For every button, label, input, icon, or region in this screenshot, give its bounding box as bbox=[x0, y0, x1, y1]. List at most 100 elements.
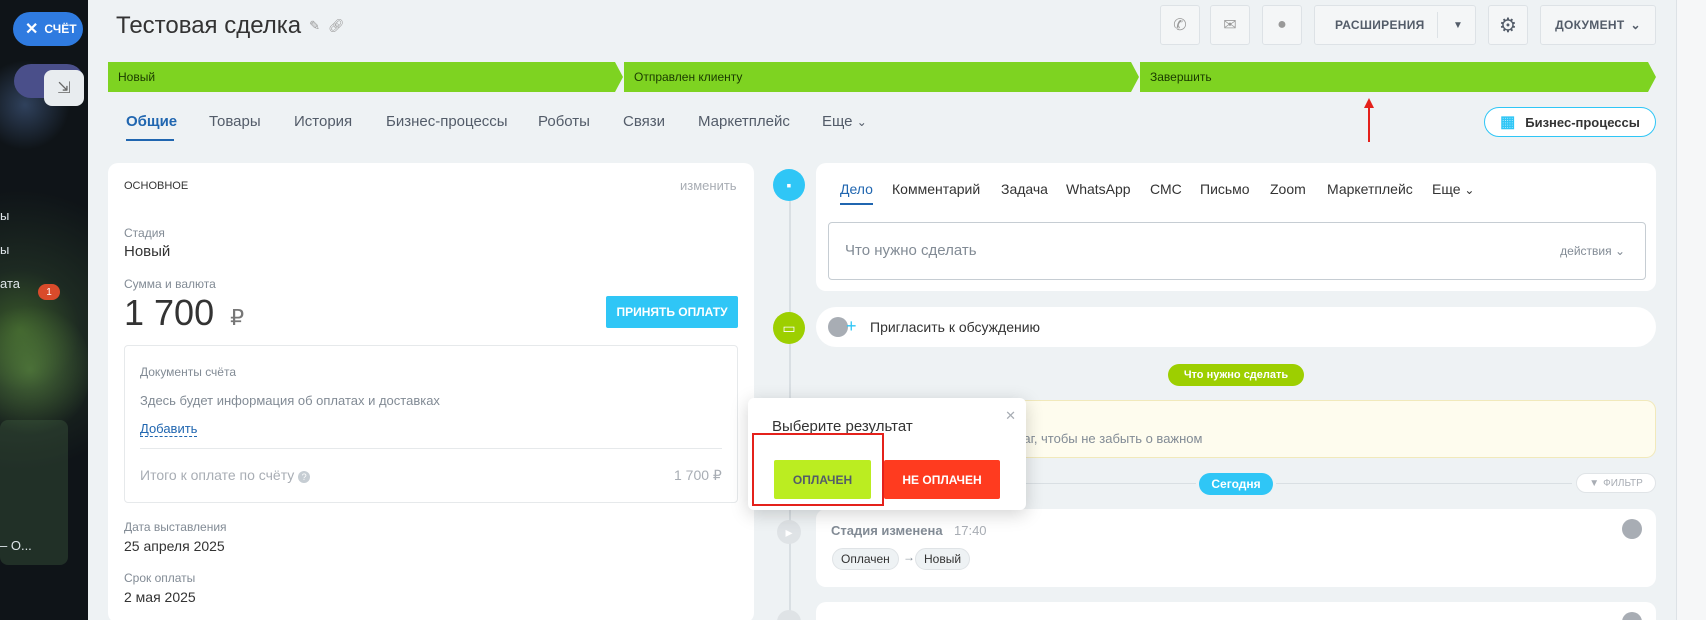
total-value: 1 700 ₽ bbox=[674, 467, 722, 483]
settings-button[interactable]: ⚙ bbox=[1488, 5, 1528, 45]
history-item bbox=[816, 602, 1656, 620]
invite-to-discussion[interactable]: + Пригласить к обсуждению bbox=[816, 307, 1656, 347]
tab-products[interactable]: Товары bbox=[209, 113, 261, 130]
tab-robots[interactable]: Роботы bbox=[538, 113, 590, 130]
close-slider-button[interactable]: ✕ СЧЁТ bbox=[13, 12, 83, 46]
activity-more-label: Еще bbox=[1432, 181, 1461, 197]
section-title: ОСНОВНОЕ bbox=[124, 180, 189, 192]
help-icon[interactable]: ? bbox=[298, 471, 311, 483]
accept-payment-button[interactable]: ПРИНЯТЬ ОПЛАТУ bbox=[606, 296, 738, 328]
chevron-down-icon: ⌄ bbox=[1464, 183, 1475, 197]
filter-button[interactable]: ▼ ФИЛЬТР bbox=[1576, 473, 1656, 493]
total-label-text: Итого к оплате по счёту bbox=[140, 467, 295, 483]
stage-sent[interactable]: Отправлен клиенту bbox=[624, 62, 1139, 92]
tab-links[interactable]: Связи bbox=[623, 113, 665, 130]
plus-icon: + bbox=[846, 316, 857, 336]
actions-dropdown[interactable]: действия ⌄ bbox=[1560, 244, 1625, 258]
tab-underline bbox=[126, 139, 174, 141]
left-counter-badge: 1 bbox=[38, 284, 60, 300]
arrow-right-icon: → bbox=[903, 550, 915, 564]
history-time: 17:40 bbox=[954, 523, 987, 538]
red-arrow-annotation bbox=[1364, 98, 1374, 142]
timeline-icon bbox=[777, 610, 801, 620]
chevron-down-icon: ⌄ bbox=[856, 115, 867, 129]
amount-field-label: Сумма и валюта bbox=[124, 277, 216, 291]
activity-icon: ▪ bbox=[773, 169, 805, 201]
stage-label: Завершить bbox=[1150, 70, 1212, 84]
activity-tab-comment[interactable]: Комментарий bbox=[892, 181, 980, 197]
chevron-down-icon: ⌄ bbox=[1630, 18, 1641, 32]
tab-more[interactable]: Еще ⌄ bbox=[822, 113, 867, 130]
user-avatar-icon[interactable] bbox=[1622, 519, 1642, 539]
today-pill: Сегодня bbox=[1199, 473, 1273, 495]
tab-history[interactable]: История bbox=[294, 113, 352, 130]
actions-label: действия bbox=[1560, 244, 1612, 258]
activity-input[interactable]: Что нужно сделать действия ⌄ bbox=[828, 222, 1646, 280]
chat-button[interactable]: ● bbox=[1262, 5, 1302, 45]
document-label: ДОКУМЕНТ bbox=[1555, 18, 1625, 32]
tab-general[interactable]: Общие bbox=[126, 113, 177, 130]
unpaid-button[interactable]: НЕ ОПЛАЧЕН bbox=[884, 460, 1000, 499]
filter-icon: ▼ bbox=[1589, 477, 1600, 489]
amount-value[interactable]: 1 700 ₽ bbox=[124, 292, 244, 334]
user-avatar-icon[interactable] bbox=[1622, 612, 1642, 620]
pencil-icon[interactable]: ✎ bbox=[309, 18, 320, 34]
currency-symbol: ₽ bbox=[230, 305, 245, 330]
stage-label: Новый bbox=[118, 70, 156, 84]
collapse-icon[interactable]: ⇲ bbox=[44, 70, 84, 106]
stage-new[interactable]: Новый bbox=[108, 62, 623, 92]
call-button[interactable]: ✆ bbox=[1160, 5, 1200, 45]
divider bbox=[140, 448, 722, 449]
left-menu-item[interactable]: ата bbox=[0, 276, 20, 291]
page-title: Тестовая сделка ✎ 🔗︎ bbox=[116, 12, 345, 40]
activity-tab-todo[interactable]: Задача bbox=[1001, 181, 1048, 197]
activity-tab-marketplace[interactable]: Маркетплейс bbox=[1327, 181, 1413, 197]
bp-button-label: Бизнес-процессы bbox=[1525, 114, 1640, 130]
total-label: Итого к оплате по счёту ? bbox=[140, 467, 311, 483]
divider bbox=[1026, 483, 1196, 484]
extensions-button[interactable]: РАСШИРЕНИЯ ▼ bbox=[1314, 5, 1476, 45]
due-date-value[interactable]: 2 мая 2025 bbox=[124, 589, 196, 605]
issue-date-value[interactable]: 25 апреля 2025 bbox=[124, 538, 225, 554]
background-blob bbox=[0, 300, 88, 440]
activity-tab-task[interactable]: Дело bbox=[840, 181, 873, 197]
activity-tab-email[interactable]: Письмо bbox=[1200, 181, 1250, 197]
stage-finish[interactable]: Завершить bbox=[1140, 62, 1656, 92]
activity-tab-zoom[interactable]: Zoom bbox=[1270, 181, 1306, 197]
dropdown-icon[interactable]: ▼ bbox=[1453, 20, 1463, 31]
avatar-icon bbox=[828, 317, 848, 337]
chat-icon: ● bbox=[1277, 16, 1287, 33]
document-button[interactable]: ДОКУМЕНТ ⌄ bbox=[1540, 5, 1656, 45]
invite-label: Пригласить к обсуждению bbox=[870, 319, 1041, 335]
left-menu-item[interactable]: ы bbox=[0, 242, 9, 257]
left-menu-item[interactable]: ы bbox=[0, 208, 9, 223]
mail-icon: ✉ bbox=[1223, 17, 1237, 34]
edit-link[interactable]: изменить bbox=[680, 178, 737, 193]
email-button[interactable]: ✉ bbox=[1210, 5, 1250, 45]
activity-tab-sms[interactable]: СМС bbox=[1150, 181, 1182, 197]
amount-number: 1 700 bbox=[124, 292, 215, 333]
stage-field-value[interactable]: Новый bbox=[124, 243, 170, 260]
close-icon[interactable]: ✕ bbox=[1005, 408, 1016, 424]
tab-business-processes[interactable]: Бизнес-процессы bbox=[386, 113, 508, 130]
filter-label: ФИЛЬТР bbox=[1603, 477, 1643, 489]
activity-tab-whatsapp[interactable]: WhatsApp bbox=[1066, 181, 1131, 197]
tab-marketplace[interactable]: Маркетплейс bbox=[698, 113, 790, 130]
deal-title: Тестовая сделка bbox=[116, 12, 302, 39]
link-icon[interactable]: 🔗︎ bbox=[328, 18, 345, 34]
tab-more-label: Еще bbox=[822, 113, 853, 130]
extensions-label: РАСШИРЕНИЯ bbox=[1335, 18, 1425, 32]
activity-input-placeholder: Что нужно сделать bbox=[845, 242, 977, 259]
history-to-stage: Новый bbox=[915, 548, 971, 570]
activity-tab-underline bbox=[840, 203, 873, 205]
divider bbox=[1437, 12, 1438, 38]
add-document-link[interactable]: Добавить bbox=[140, 421, 198, 437]
right-panel-edge bbox=[1676, 0, 1706, 620]
highlight-annotation bbox=[752, 433, 884, 506]
business-processes-button[interactable]: ▦ Бизнес-процессы bbox=[1484, 107, 1656, 137]
activity-tab-more[interactable]: Еще ⌄ bbox=[1432, 181, 1474, 197]
stage-field-label: Стадия bbox=[124, 226, 165, 240]
documents-placeholder: Здесь будет информация об оплатах и дост… bbox=[140, 393, 440, 408]
gear-icon: ⚙ bbox=[1499, 14, 1517, 37]
todo-hint-text: шаг, чтобы не забыть о важном bbox=[1013, 431, 1203, 446]
